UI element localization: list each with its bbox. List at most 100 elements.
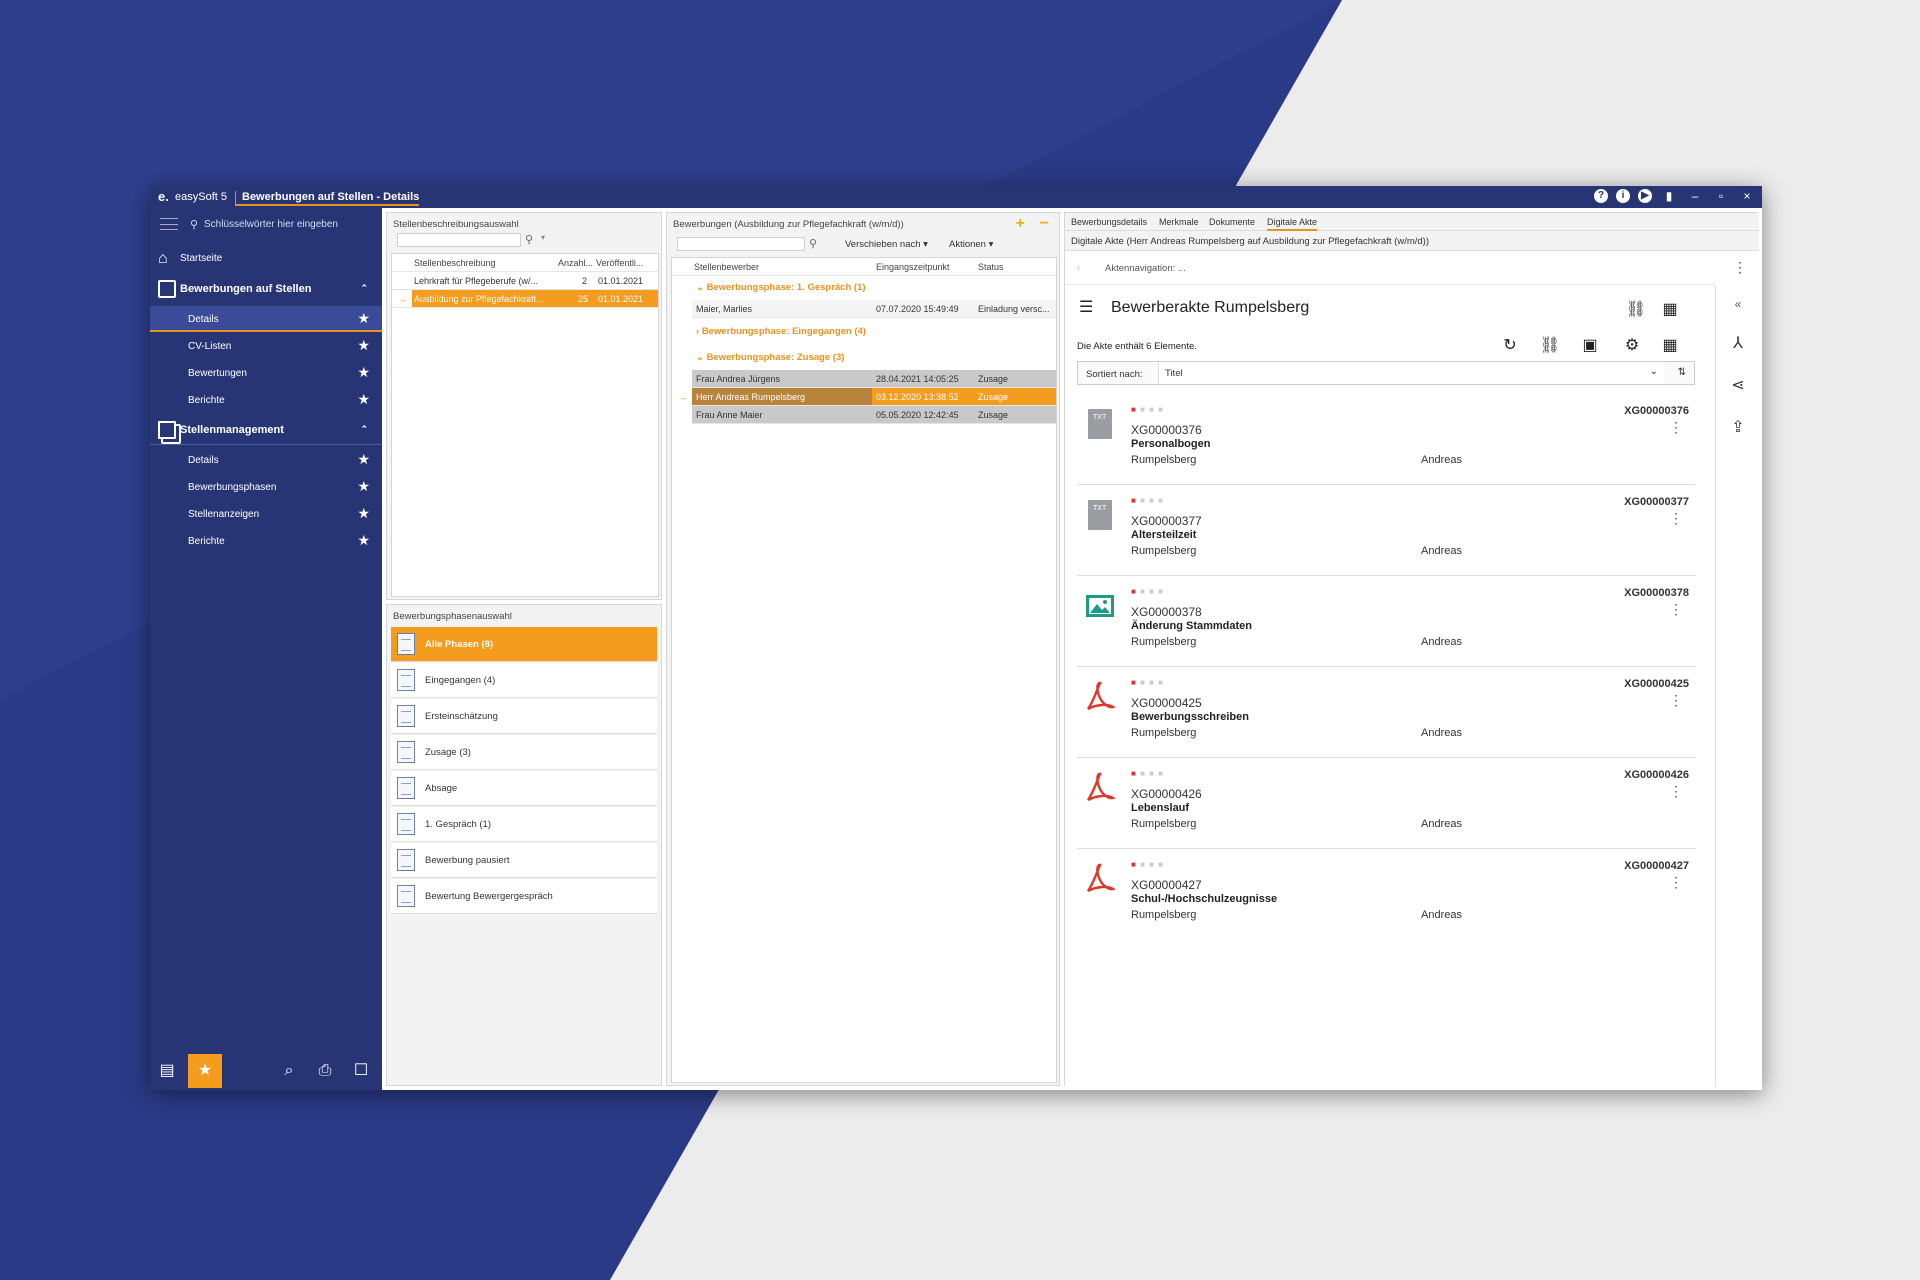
nav-item-bewertungen[interactable]: Bewertungen ★: [150, 360, 382, 386]
move-to-button[interactable]: Verschieben nach ▾: [845, 239, 928, 250]
star-icon[interactable]: ★: [357, 337, 370, 354]
columns-icon[interactable]: ▦: [1659, 299, 1681, 319]
tab-bewerbungsdetails[interactable]: Bewerbungsdetails: [1071, 217, 1147, 227]
table-row[interactable]: Frau Andrea Jürgens 28.04.2021 14:05:25 …: [692, 370, 1056, 388]
table-row[interactable]: Frau Anne Maier 05.05.2020 12:42:45 Zusa…: [692, 406, 1056, 424]
group-row-gespraech[interactable]: ⌄ Bewerbungsphase: 1. Gespräch (1): [696, 282, 866, 293]
nav-startseite[interactable]: ⌂ Startseite: [150, 244, 382, 274]
signal-icon[interactable]: ▮: [1660, 189, 1678, 203]
phase-eingegangen[interactable]: Eingegangen (4): [391, 663, 657, 698]
star-icon[interactable]: ★: [357, 310, 370, 327]
more-vertical-icon[interactable]: ⋮: [1669, 601, 1683, 618]
play-icon[interactable]: ▶: [1638, 189, 1652, 203]
sort-order-icon[interactable]: ⇅: [1678, 367, 1686, 378]
actions-button[interactable]: Aktionen ▾: [949, 239, 993, 250]
phase-pausiert[interactable]: Bewerbung pausiert: [391, 843, 657, 878]
tab-digitale-akte[interactable]: Digitale Akte: [1267, 217, 1318, 231]
menu-icon[interactable]: ☰: [1079, 297, 1093, 317]
nav-group-bewerbungen[interactable]: Bewerbungen auf Stellen ⌃: [150, 274, 382, 304]
phase-bewertung[interactable]: Bewertung Bewergergespräch: [391, 879, 657, 914]
more-vertical-icon[interactable]: ⋮: [1669, 874, 1683, 891]
search-icon[interactable]: ⚲: [525, 233, 533, 246]
tab-merkmale[interactable]: Merkmale: [1159, 217, 1199, 227]
star-icon[interactable]: ★: [357, 532, 370, 549]
star-icon[interactable]: ★: [357, 391, 370, 408]
more-vertical-icon[interactable]: ⋮: [1669, 783, 1683, 800]
chevron-up-icon[interactable]: ⌃: [360, 424, 368, 435]
clipboard-icon[interactable]: ▣: [1579, 335, 1601, 355]
search-screen-icon[interactable]: ⌕: [272, 1054, 306, 1088]
phase-alle[interactable]: Alle Phasen (8): [391, 627, 657, 662]
minimize-button[interactable]: –: [1686, 189, 1704, 203]
collapse-icon[interactable]: «: [1716, 289, 1760, 319]
bewerbungen-search-input[interactable]: [677, 237, 805, 251]
sort-select[interactable]: Sortiert nach: Titel ⌄ ⇅: [1077, 361, 1695, 385]
more-vertical-icon[interactable]: ⋮: [1669, 419, 1683, 436]
maximize-button[interactable]: ▫: [1712, 189, 1730, 203]
document-item[interactable]: TXT ■ ■ ■ ■ XG00000376 Personalbogen Rum…: [1077, 395, 1695, 485]
chevron-down-icon[interactable]: ▾: [541, 233, 545, 242]
star-icon[interactable]: ★: [357, 478, 370, 495]
group-row-eingegangen[interactable]: › Bewerbungsphase: Eingegangen (4): [696, 326, 866, 337]
unlink-icon[interactable]: ⛓: [1539, 335, 1561, 355]
print-icon[interactable]: ⎙: [308, 1054, 342, 1088]
close-button[interactable]: ×: [1738, 189, 1756, 203]
table-row-selected[interactable]: → Ausbildung zur Pflegefachkraft... 25 0…: [392, 290, 658, 308]
search-icon[interactable]: ⚲: [809, 237, 817, 250]
star-icon[interactable]: ★: [357, 364, 370, 381]
upload-icon[interactable]: ⇪: [1716, 413, 1760, 443]
nav-item-stellen-berichte[interactable]: Berichte ★: [150, 528, 382, 554]
star-icon[interactable]: ★: [357, 505, 370, 522]
help-icon[interactable]: ?: [1594, 189, 1608, 203]
chevron-up-icon[interactable]: ⌃: [360, 283, 368, 294]
share-icon[interactable]: ⋖: [1716, 371, 1760, 401]
gear-icon[interactable]: ⚙: [1621, 335, 1643, 355]
akten-navigation[interactable]: Aktennavigation: ...: [1105, 263, 1186, 274]
document-item[interactable]: ■ ■ ■ ■ XG00000378 Änderung Stammdaten R…: [1077, 577, 1695, 667]
nav-group-stellenmanagement[interactable]: Stellenmanagement ⌃: [150, 415, 382, 445]
akte-subtitle: Digitale Akte (Herr Andreas Rumpelsberg …: [1071, 236, 1429, 247]
remove-icon[interactable]: −: [1040, 215, 1049, 233]
chevron-down-icon[interactable]: ⌄: [1650, 366, 1658, 377]
link-icon[interactable]: ⛓: [1625, 299, 1647, 319]
document-item[interactable]: ■ ■ ■ ■ XG00000427 Schul-/Hochschulzeugn…: [1077, 850, 1695, 940]
info-icon[interactable]: i: [1616, 189, 1630, 203]
layout-toggle-icon[interactable]: ▤: [150, 1054, 184, 1088]
more-vertical-icon[interactable]: ⋮: [1733, 259, 1747, 276]
nav-item-berichte[interactable]: Berichte ★: [150, 387, 382, 413]
briefcase-icon: [158, 280, 176, 298]
more-vertical-icon[interactable]: ⋮: [1669, 510, 1683, 527]
pdf-icon[interactable]: ⅄: [1716, 329, 1760, 359]
phase-zusage[interactable]: Zusage (3): [391, 735, 657, 770]
document-list-icon: [397, 669, 415, 691]
nav-item-details[interactable]: Details ★: [150, 306, 382, 332]
user-card-icon[interactable]: ☐: [344, 1054, 378, 1088]
table-icon[interactable]: ▦: [1659, 335, 1681, 355]
sidebar-search[interactable]: ⚲ Schlüsselwörter hier eingeben: [160, 216, 372, 236]
arrow-right-icon: →: [678, 392, 687, 402]
document-item[interactable]: TXT ■ ■ ■ ■ XG00000377 Altersteilzeit Ru…: [1077, 486, 1695, 576]
document-item[interactable]: ■ ■ ■ ■ XG00000425 Bewerbungsschreiben R…: [1077, 668, 1695, 758]
table-row-selected[interactable]: Herr Andreas Rumpelsberg 03.12.2020 13:3…: [692, 388, 1056, 406]
nav-item-bewerbungsphasen[interactable]: Bewerbungsphasen ★: [150, 474, 382, 500]
phase-ersteinschaetzung[interactable]: Ersteinschätzung: [391, 699, 657, 734]
document-item[interactable]: ■ ■ ■ ■ XG00000426 Lebenslauf Rumpelsber…: [1077, 759, 1695, 849]
table-row[interactable]: Maier, Marlies 07.07.2020 15:49:49 Einla…: [692, 300, 1056, 318]
search-input[interactable]: Schlüsselwörter hier eingeben: [204, 219, 338, 230]
star-icon[interactable]: ★: [357, 451, 370, 468]
refresh-icon[interactable]: ↻: [1499, 335, 1521, 355]
more-vertical-icon[interactable]: ⋮: [1669, 692, 1683, 709]
nav-item-stellenanzeigen[interactable]: Stellenanzeigen ★: [150, 501, 382, 527]
phase-absage[interactable]: Absage: [391, 771, 657, 806]
favorites-star-button[interactable]: ★: [188, 1054, 222, 1088]
nav-item-cv-listen[interactable]: CV-Listen ★: [150, 333, 382, 359]
group-row-zusage[interactable]: ⌄ Bewerbungsphase: Zusage (3): [696, 352, 844, 363]
stellen-search-input[interactable]: [397, 233, 521, 247]
table-row[interactable]: Lehrkraft für Pflegeberufe (w/... 2 01.0…: [392, 272, 658, 290]
hamburger-icon[interactable]: [160, 218, 178, 230]
add-icon[interactable]: +: [1016, 215, 1025, 233]
phase-gespraech[interactable]: 1. Gespräch (1): [391, 807, 657, 842]
nav-item-stellen-details[interactable]: Details ★: [150, 447, 382, 473]
chevron-left-icon[interactable]: ‹: [1077, 262, 1080, 272]
tab-dokumente[interactable]: Dokumente: [1209, 217, 1255, 227]
